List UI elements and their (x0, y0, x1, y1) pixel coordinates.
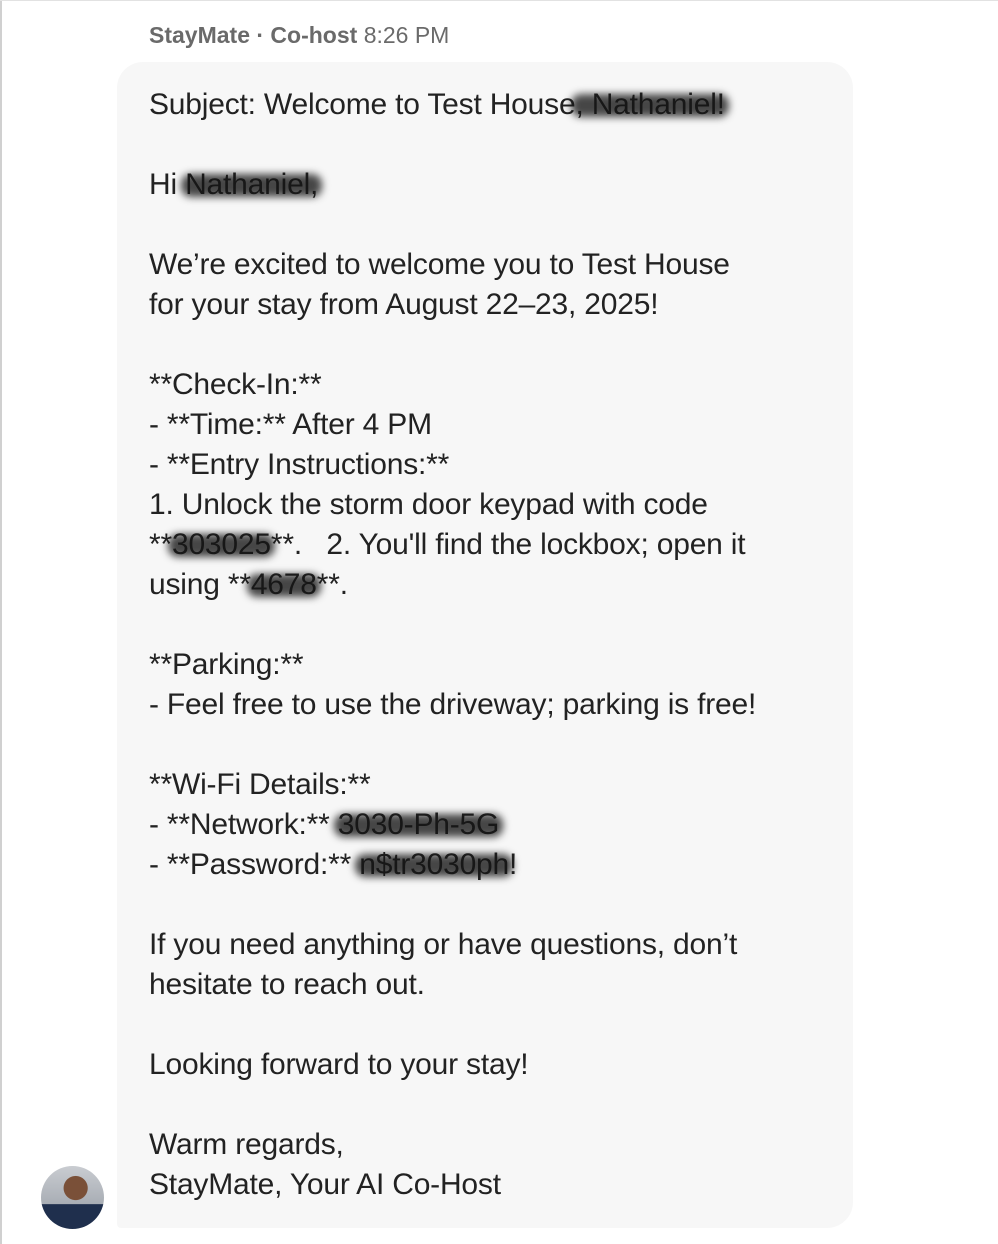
message-line: - **Time:** After 4 PM (149, 405, 833, 445)
message-text: - **Network:** (149, 808, 338, 841)
message-text: - **Time:** After 4 PM (149, 408, 432, 441)
frame-border-left (0, 0, 2, 1244)
message-line: Warm regards, (149, 1125, 833, 1165)
message-text: **Check-In:** (149, 368, 322, 401)
redacted-text: 4678 (250, 568, 317, 601)
message-line: - **Entry Instructions:** (149, 445, 833, 485)
message-body: Subject: Welcome to Test House, Nathanie… (149, 85, 833, 1205)
redacted-text: 303025 (171, 528, 271, 561)
message-text: **Parking:** (149, 648, 304, 681)
message-line: Subject: Welcome to Test House, Nathanie… (149, 85, 833, 125)
sender-name: StayMate · Co-host (149, 22, 358, 48)
message-text: using ** (149, 568, 251, 601)
message-text: **. 2. You'll find the lockbox; open it (270, 528, 746, 561)
message-text: Subject: Welcome to Test House (149, 88, 576, 121)
message-line: Looking forward to your stay! (149, 1045, 833, 1085)
message-line: Hi Nathaniel, (149, 165, 833, 205)
message-line: using **4678**. (149, 565, 833, 605)
message-text: **. (316, 568, 348, 601)
message-bubble: Subject: Welcome to Test House, Nathanie… (117, 62, 853, 1228)
message-text: - **Password:** (149, 848, 360, 881)
message-text: for your stay from August 22–23, 2025! (149, 288, 659, 321)
redacted-text: Nathaniel, (185, 168, 319, 201)
message-text: - Feel free to use the driveway; parking… (149, 688, 757, 721)
message-text: Looking forward to your stay! (149, 1048, 529, 1081)
message-text: **Wi-Fi Details:** (149, 768, 371, 801)
message-text: If you need anything or have questions, … (149, 928, 738, 961)
message-text: - **Entry Instructions:** (149, 448, 450, 481)
message-line: for your stay from August 22–23, 2025! (149, 285, 833, 325)
message-text: hesitate to reach out. (149, 968, 425, 1001)
message-text: 1. Unlock the storm door keypad with cod… (149, 488, 708, 521)
message-line: - **Network:** 3030-Ph-5G (149, 805, 833, 845)
message-line: hesitate to reach out. (149, 965, 833, 1005)
message-text: We’re excited to welcome you to Test Hou… (149, 248, 730, 281)
redacted-text: n$tr3030ph (359, 848, 510, 881)
frame-border-top (0, 0, 998, 1)
message-text: Hi (149, 168, 186, 201)
message-line: **Check-In:** (149, 365, 833, 405)
message-meta: StayMate · Co-host 8:26 PM (149, 22, 449, 49)
message-line: **303025**. 2. You'll find the lockbox; … (149, 525, 833, 565)
message-line: **Parking:** (149, 645, 833, 685)
message-line: StayMate, Your AI Co-Host (149, 1165, 833, 1205)
message-line: **Wi-Fi Details:** (149, 765, 833, 805)
message-line: If you need anything or have questions, … (149, 925, 833, 965)
redacted-text: 3030-Ph-5G (337, 808, 500, 841)
message-text: Warm regards, (149, 1128, 344, 1161)
message-text: StayMate, Your AI Co-Host (149, 1168, 501, 1201)
message-line: We’re excited to welcome you to Test Hou… (149, 245, 833, 285)
message-line: 1. Unlock the storm door keypad with cod… (149, 485, 833, 525)
avatar[interactable] (41, 1166, 104, 1229)
message-time: 8:26 PM (363, 22, 450, 48)
message-line: - **Password:** n$tr3030ph! (149, 845, 833, 885)
redacted-text: , Nathaniel! (575, 88, 725, 121)
message-line: - Feel free to use the driveway; parking… (149, 685, 833, 725)
